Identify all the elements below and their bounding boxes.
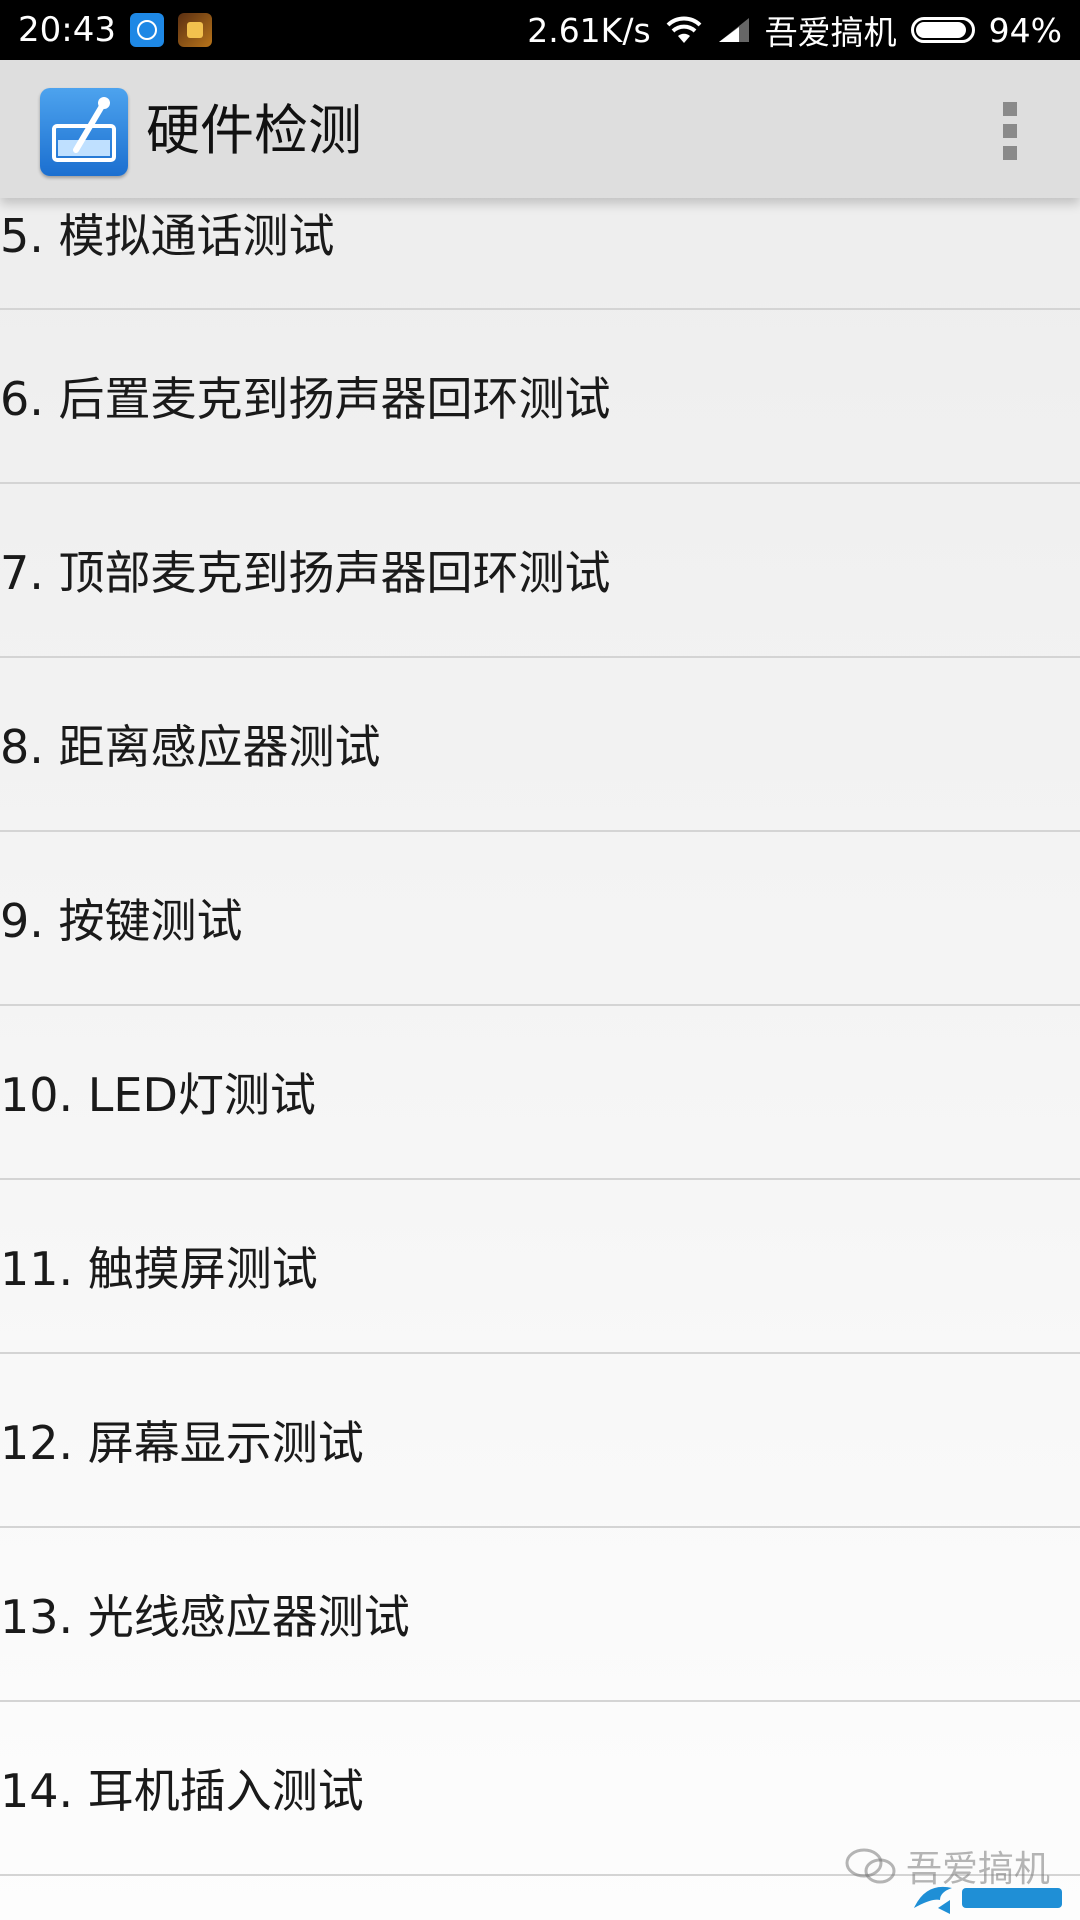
signal-icon	[717, 16, 751, 44]
list-item[interactable]: 13. 光线感应器测试	[0, 1528, 1080, 1702]
carrier-name: 吾爱搞机	[764, 13, 897, 52]
list-item[interactable]: 10. LED灯测试	[0, 1006, 1080, 1180]
test-list: 5. 模拟通话测试 6. 后置麦克到扬声器回环测试 7. 顶部麦克到扬声器回环测…	[0, 136, 1080, 1876]
brand-logo	[910, 1878, 1070, 1918]
wechat-icon	[844, 1846, 898, 1886]
action-bar: 硬件检测	[0, 60, 1080, 198]
battery-percent: 94%	[988, 10, 1062, 50]
battery-icon	[910, 17, 975, 43]
overflow-menu-icon[interactable]	[990, 96, 1030, 166]
network-speed: 2.61K/s	[527, 10, 651, 50]
test-tube-icon[interactable]	[40, 88, 128, 176]
game-notification-icon	[177, 13, 212, 47]
list-item[interactable]: 7. 顶部麦克到扬声器回环测试	[0, 484, 1080, 658]
browser-notification-icon	[129, 13, 164, 47]
wifi-icon	[665, 15, 703, 45]
page-title: 硬件检测	[146, 99, 362, 162]
status-time: 20:43	[18, 10, 116, 50]
list-item[interactable]: 8. 距离感应器测试	[0, 658, 1080, 832]
list-item[interactable]: 9. 按键测试	[0, 832, 1080, 1006]
status-bar: 20:43 2.61K/s 吾爱搞机 94%	[0, 0, 1080, 60]
list-item[interactable]: 11. 触摸屏测试	[0, 1180, 1080, 1354]
list-item[interactable]: 6. 后置麦克到扬声器回环测试	[0, 310, 1080, 484]
list-item[interactable]: 12. 屏幕显示测试	[0, 1354, 1080, 1528]
